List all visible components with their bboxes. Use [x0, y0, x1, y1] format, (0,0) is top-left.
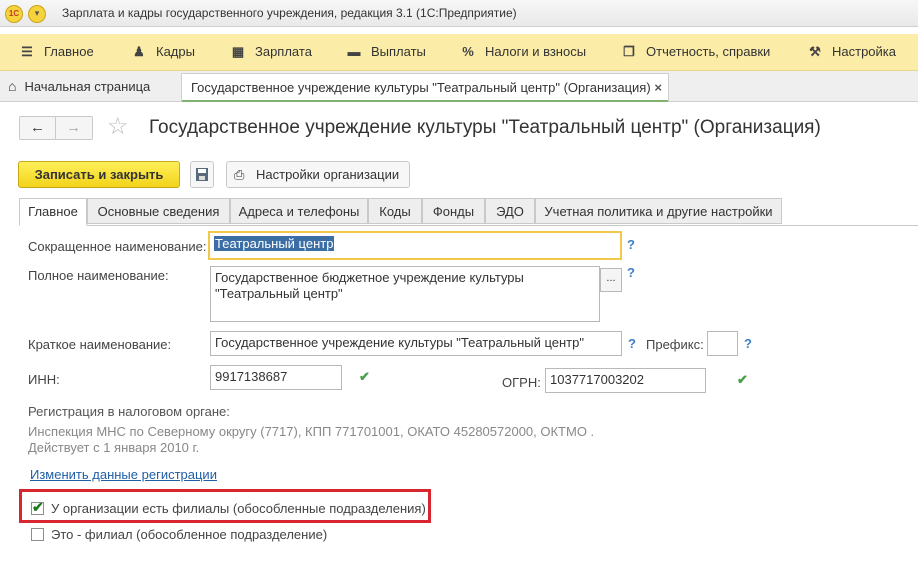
- window-title: Зарплата и кадры государственного учрежд…: [62, 6, 517, 20]
- tab-divider: [19, 225, 918, 226]
- menu-item-payments[interactable]: ▬ Выплаты: [345, 34, 426, 70]
- menu-item-label: Налоги и взносы: [485, 44, 587, 59]
- inn-label: ИНН:: [28, 372, 60, 387]
- home-icon: ⌂: [8, 78, 17, 94]
- tab-edo[interactable]: ЭДО: [485, 198, 535, 224]
- menu-item-settings[interactable]: ⚒ Настройка: [806, 34, 896, 70]
- tab-accounting-policy[interactable]: Учетная политика и другие настройки: [535, 198, 782, 224]
- tab-home[interactable]: ⌂ Начальная страница: [8, 71, 150, 101]
- full-name-label: Полное наименование:: [28, 268, 169, 283]
- full-name-textarea[interactable]: Государственное бюджетное учреждение кул…: [210, 266, 600, 322]
- tab-funds[interactable]: Фонды: [422, 198, 485, 224]
- printer-icon: ⎙: [234, 167, 245, 182]
- menu-item-label: Выплаты: [371, 44, 426, 59]
- active-tab-indicator: [182, 100, 668, 102]
- is-branch-label[interactable]: Это - филиал (обособленное подразделение…: [51, 527, 327, 542]
- menu-item-salary[interactable]: ▦ Зарплата: [229, 34, 312, 70]
- full-name-edit-button[interactable]: ...: [600, 268, 622, 292]
- change-registration-link[interactable]: Изменить данные регистрации: [30, 467, 217, 482]
- prefix-label: Префикс:: [646, 337, 704, 352]
- calculator-icon: ▦: [231, 44, 245, 59]
- settings-button-label: Настройки организации: [256, 167, 400, 182]
- prefix-input[interactable]: [707, 331, 738, 356]
- history-nav: ← →: [19, 116, 93, 140]
- percent-icon: %: [462, 44, 474, 59]
- back-arrow-icon[interactable]: ←: [20, 117, 56, 139]
- main-menu: ☰ Главное ♟ Кадры ▦ Зарплата ▬ Выплаты % Нало…: [0, 34, 918, 71]
- inn-input[interactable]: 9917138687: [210, 365, 342, 390]
- tab-current-document[interactable]: Государственное учреждение культуры "Теа…: [181, 73, 669, 102]
- menu-item-label: Кадры: [156, 44, 195, 59]
- checkmark-icon: ✔: [32, 499, 44, 515]
- app-menu-button[interactable]: ▾: [28, 5, 46, 23]
- menu-icon: ☰: [21, 44, 33, 59]
- help-brief-name-icon[interactable]: ?: [628, 336, 636, 351]
- tab-main[interactable]: Главное: [19, 198, 87, 226]
- has-branches-label[interactable]: У организации есть филиалы (обособленные…: [51, 501, 426, 516]
- tab-addresses-phones[interactable]: Адреса и телефоны: [230, 198, 368, 224]
- open-tabs-bar: ⌂ Начальная страница Государственное учре…: [0, 71, 918, 102]
- menu-item-reports[interactable]: ❐ Отчетность, справки: [620, 34, 770, 70]
- short-name-input[interactable]: Театральный центр: [208, 231, 622, 260]
- menu-item-taxes[interactable]: % Налоги и взносы: [459, 34, 586, 70]
- ogrn-label: ОГРН:: [502, 375, 541, 390]
- menu-item-label: Настройка: [832, 44, 896, 59]
- help-full-name-icon[interactable]: ?: [627, 265, 635, 280]
- has-branches-checkbox[interactable]: ✔: [31, 499, 44, 515]
- organization-settings-button[interactable]: ⎙ Настройки организации: [226, 161, 410, 188]
- ogrn-valid-check-icon: ✔: [737, 372, 748, 387]
- menu-item-staff[interactable]: ♟ Кадры: [130, 34, 195, 70]
- payments-icon: ▬: [347, 44, 361, 59]
- floppy-disk-icon: [196, 168, 208, 181]
- short-name-value: Театральный центр: [214, 236, 335, 251]
- ogrn-input[interactable]: 1037717003202: [545, 368, 706, 393]
- brief-name-label: Краткое наименование:: [28, 337, 172, 352]
- save-button[interactable]: [190, 161, 214, 188]
- staff-icon: ♟: [133, 44, 145, 59]
- menu-item-label: Главное: [44, 44, 94, 59]
- is-branch-checkbox[interactable]: [31, 528, 44, 541]
- short-name-label: Сокращенное наименование:: [28, 239, 207, 254]
- tab-basic-info[interactable]: Основные сведения: [87, 198, 230, 224]
- menu-item-label: Отчетность, справки: [646, 44, 771, 59]
- menu-item-label: Зарплата: [255, 44, 312, 59]
- favorite-star-icon[interactable]: ☆: [107, 113, 129, 141]
- close-icon[interactable]: ×: [654, 74, 662, 101]
- tab-current-label: Государственное учреждение культуры "Теа…: [191, 80, 651, 95]
- registration-effective-date: Действует с 1 января 2010 г.: [28, 440, 200, 455]
- help-short-name-icon[interactable]: ?: [627, 237, 635, 252]
- menu-item-main[interactable]: ☰ Главное: [18, 34, 94, 70]
- reports-icon: ❐: [623, 44, 635, 59]
- form-title: Государственное учреждение культуры "Теа…: [149, 117, 821, 138]
- inn-valid-check-icon: ✔: [359, 369, 370, 384]
- tab-home-label: Начальная страница: [24, 79, 151, 94]
- registration-details: Инспекция МНС по Северному округу (7717)…: [28, 424, 595, 439]
- help-prefix-icon[interactable]: ?: [744, 336, 752, 351]
- registration-heading: Регистрация в налоговом органе:: [28, 404, 230, 419]
- tab-codes[interactable]: Коды: [368, 198, 422, 224]
- brief-name-input[interactable]: Государственное учреждение культуры "Теа…: [210, 331, 622, 356]
- window-title-bar: 1С ▾ Зарплата и кадры государственного у…: [0, 0, 918, 27]
- save-and-close-button[interactable]: Записать и закрыть: [18, 161, 180, 188]
- forward-arrow-icon[interactable]: →: [56, 117, 91, 139]
- wrench-icon: ⚒: [809, 44, 821, 59]
- app-logo-icon: 1С: [5, 5, 23, 23]
